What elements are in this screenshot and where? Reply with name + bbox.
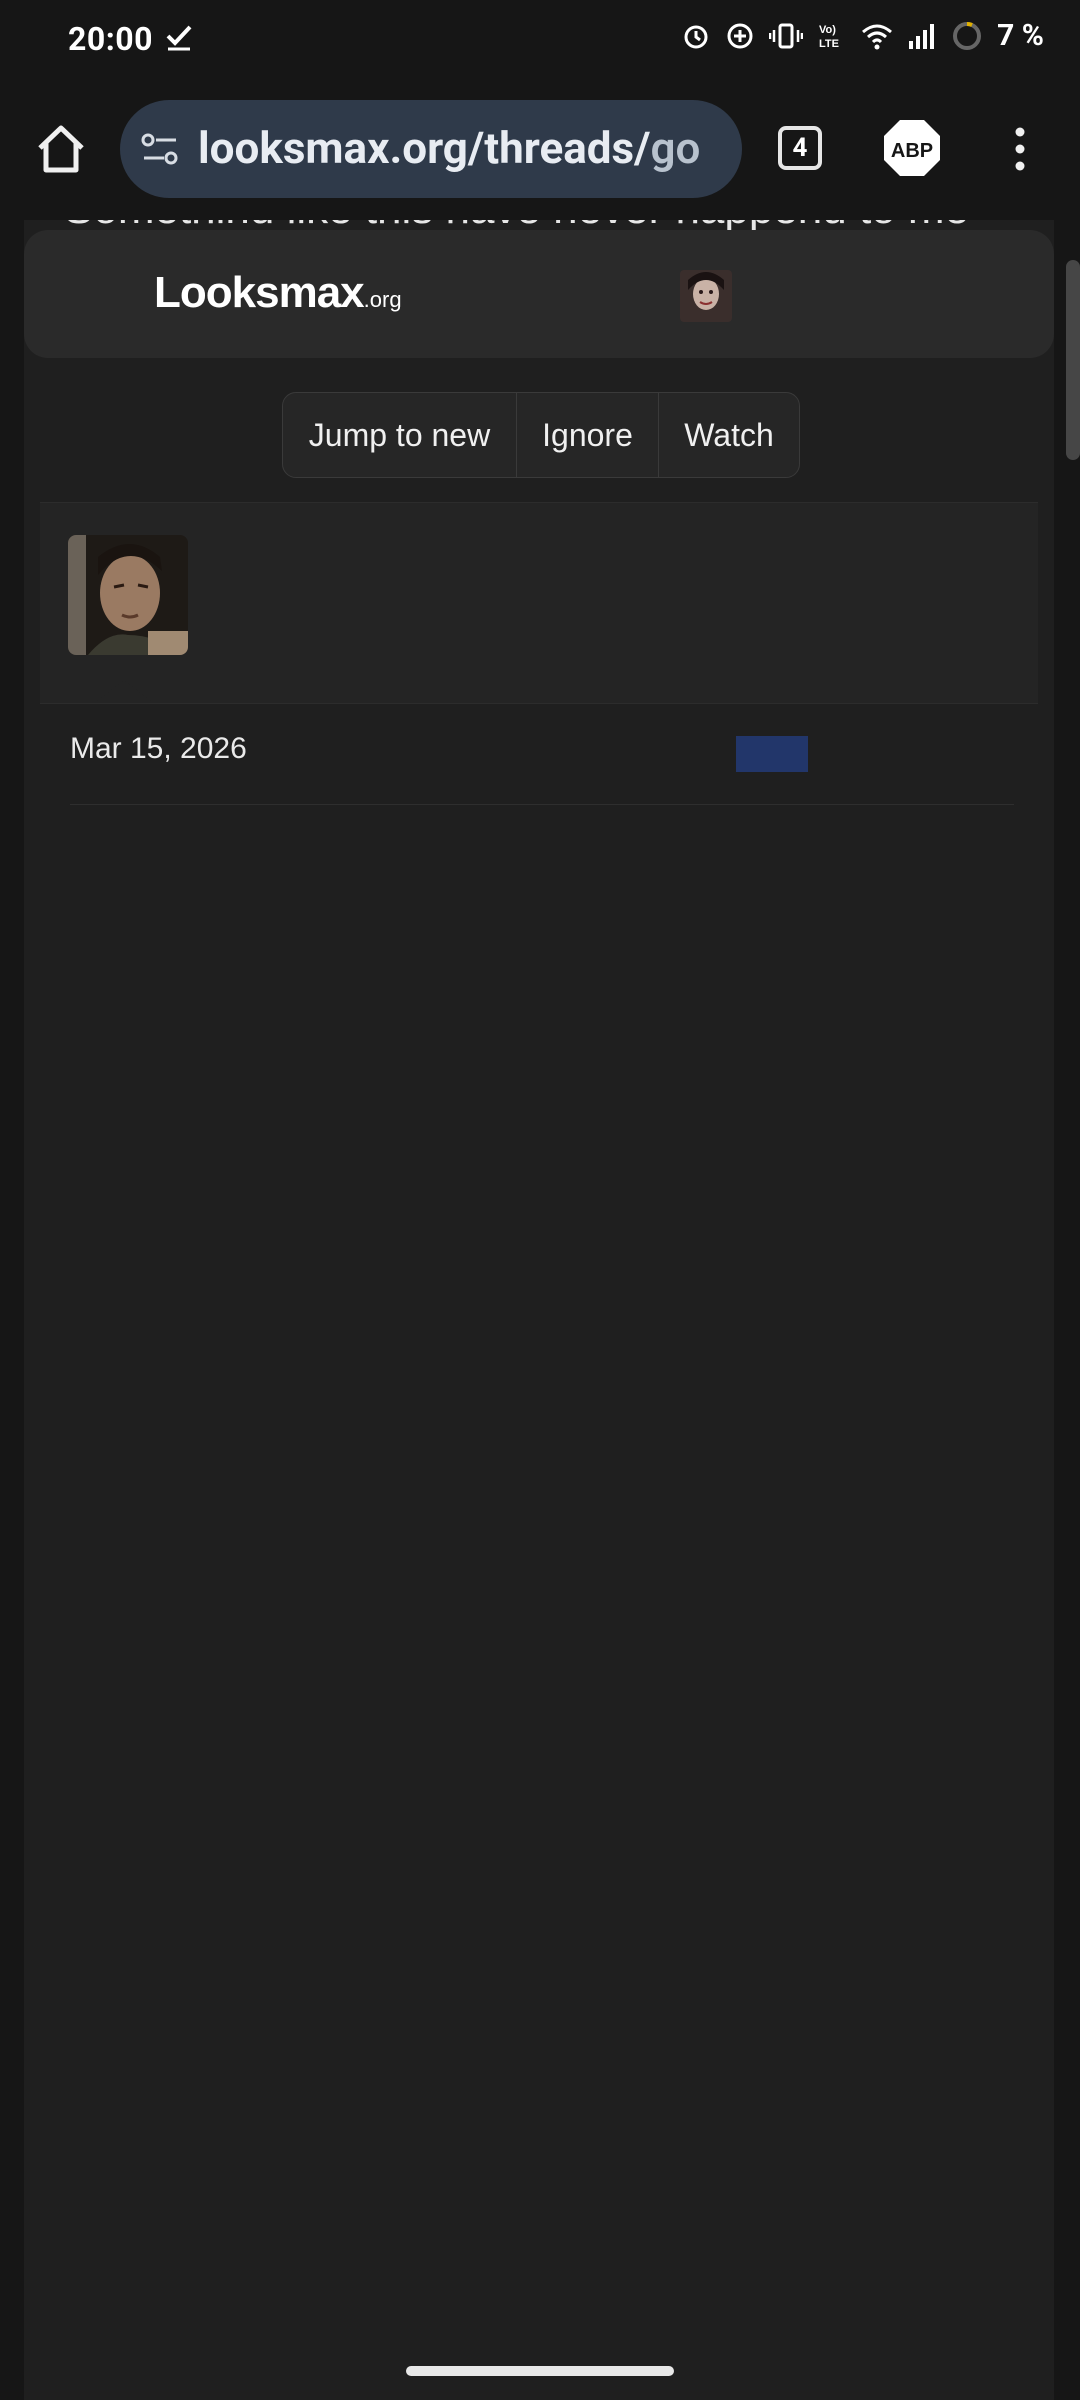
signal-icon xyxy=(909,23,935,49)
battery-icon xyxy=(953,21,982,50)
logo-org: .org xyxy=(363,287,402,312)
tab-switcher-button[interactable]: 4 xyxy=(778,126,822,170)
post-date[interactable]: Mar 15, 2026 xyxy=(70,732,247,766)
forum-page: Somethind like this have never happend t… xyxy=(24,220,1054,2400)
url-main: looksmax.org/threads/ xyxy=(198,122,651,174)
url-tail: go xyxy=(650,122,701,174)
jump-to-new-button[interactable]: Jump to new xyxy=(283,393,517,477)
site-header: Looksmax.org xyxy=(24,230,1054,358)
check-icon xyxy=(166,25,192,51)
status-bar: 20:00 Vo) LTE 7 % xyxy=(0,0,1080,80)
site-logo[interactable]: Looksmax.org xyxy=(154,268,402,318)
svg-text:Vo): Vo) xyxy=(819,24,836,36)
ignore-button[interactable]: Ignore xyxy=(517,393,659,477)
browser-toolbar: looksmax.org/threads/go 4 ABP xyxy=(0,80,1080,222)
data-saver-icon xyxy=(727,23,753,48)
volte-icon: Vo) LTE xyxy=(819,24,839,50)
post-user-block xyxy=(40,502,1038,704)
account-avatar-image xyxy=(680,270,732,322)
status-icons: Vo) LTE 7 % xyxy=(681,18,1044,53)
scrollbar[interactable] xyxy=(1066,260,1080,460)
logo-main: Looksmax xyxy=(154,268,365,317)
page-gutter-left xyxy=(0,220,24,2400)
wifi-icon xyxy=(862,24,893,49)
poster-avatar-image xyxy=(68,535,188,655)
clock: 20:00 xyxy=(68,20,153,58)
svg-text:LTE: LTE xyxy=(819,38,839,50)
vibrate-icon xyxy=(769,23,804,48)
more-options-icon[interactable] xyxy=(1008,124,1032,174)
post-arrow xyxy=(96,680,152,702)
post-badge xyxy=(736,736,808,772)
account-avatar[interactable] xyxy=(680,270,732,322)
divider xyxy=(70,804,1014,805)
home-icon[interactable] xyxy=(34,122,88,176)
site-settings-icon[interactable] xyxy=(138,128,182,172)
url-text[interactable]: looksmax.org/threads/go xyxy=(198,122,700,174)
adblock-label: ABP xyxy=(891,140,933,162)
battery-percent: 7 % xyxy=(997,18,1044,53)
thread-actions: Jump to new Ignore Watch xyxy=(282,392,800,478)
gesture-bar[interactable] xyxy=(406,2366,674,2376)
page-gutter-right xyxy=(1054,220,1080,2400)
url-bar[interactable]: looksmax.org/threads/go xyxy=(120,100,742,198)
watch-button[interactable]: Watch xyxy=(659,393,799,477)
adblock-icon[interactable]: ABP xyxy=(882,118,942,178)
alarm-icon xyxy=(684,25,708,48)
poster-avatar[interactable] xyxy=(68,535,188,655)
